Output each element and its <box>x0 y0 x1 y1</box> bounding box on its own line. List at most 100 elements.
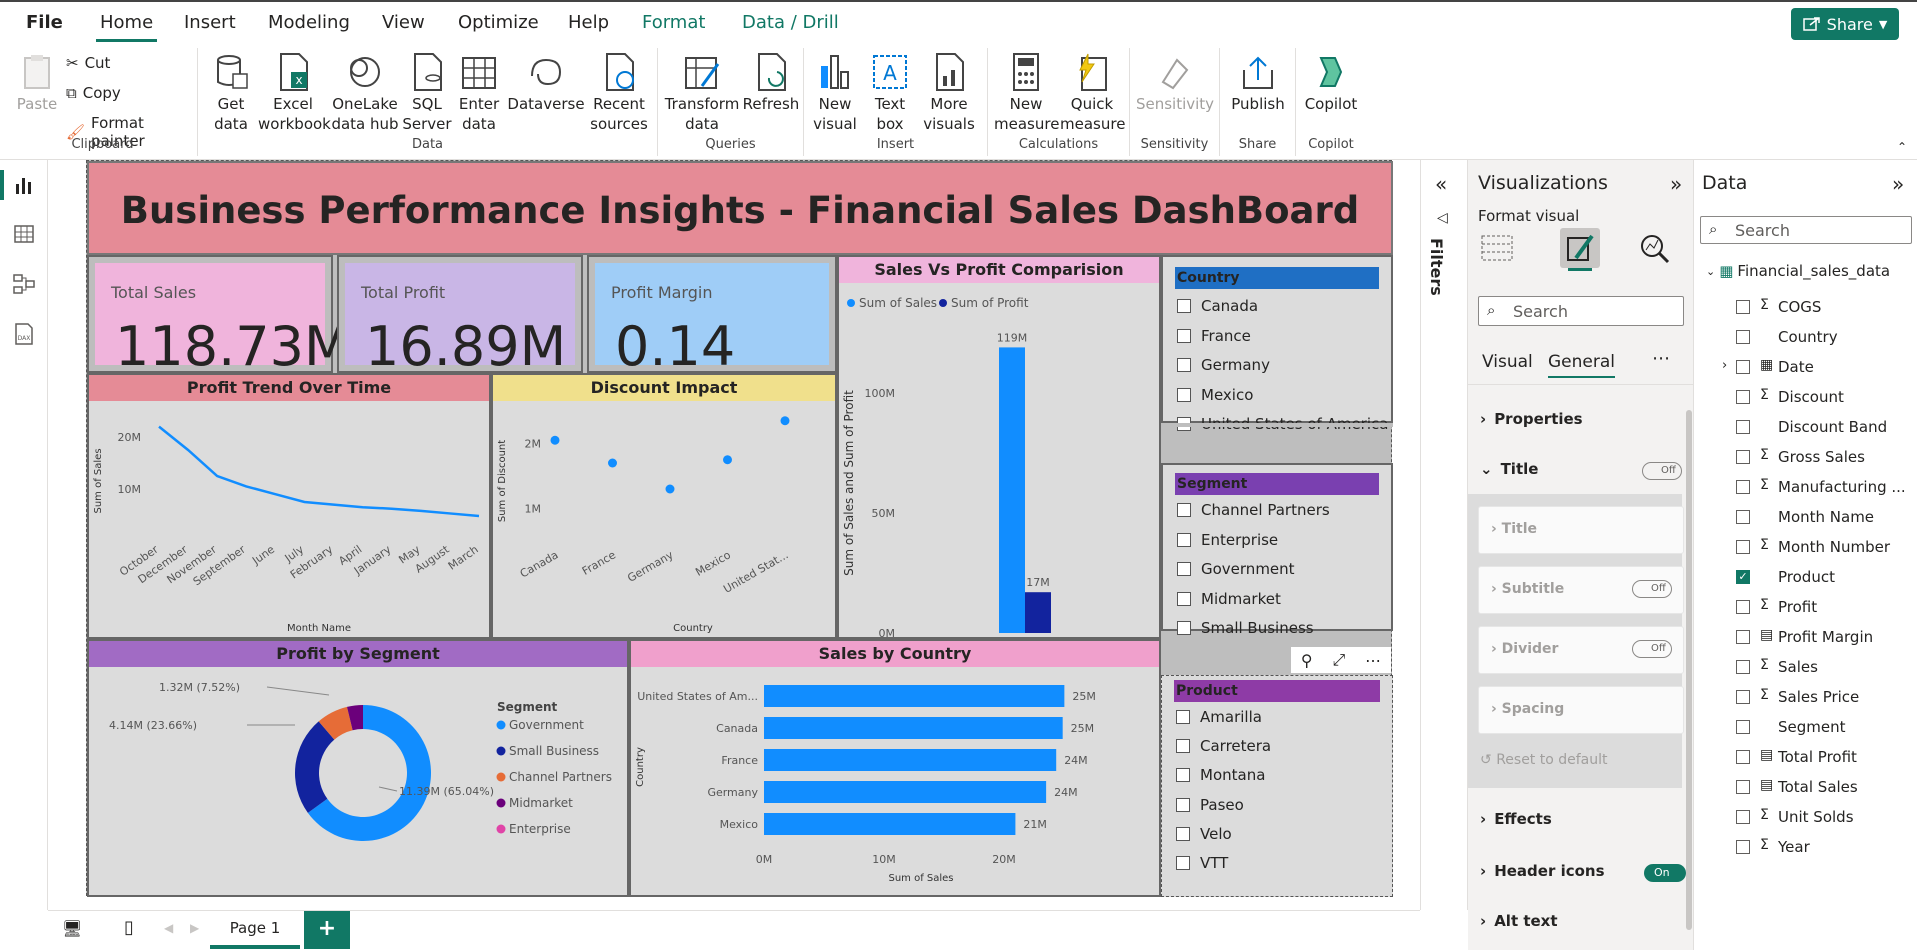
slicer-option-mexico[interactable]: Mexico <box>1177 386 1253 404</box>
kpi-profit-margin-card[interactable]: Profit Margin 0.14 <box>587 255 837 378</box>
desktop-layout-icon[interactable]: 🖥 <box>62 919 82 938</box>
field-checkbox[interactable] <box>1736 750 1750 764</box>
field-item-manufacturing-[interactable]: Σ Manufacturing ... <box>1694 474 1917 502</box>
field-item-total-profit[interactable]: ▤ Total Profit <box>1694 744 1917 772</box>
alt-text-section[interactable]: › Alt text <box>1480 912 1558 930</box>
publish-button[interactable]: Publish <box>1226 52 1290 114</box>
analytics-icon[interactable] <box>1638 232 1672 266</box>
slicer-option-paseo[interactable]: Paseo <box>1176 796 1244 814</box>
checkbox[interactable] <box>1177 592 1191 606</box>
profit-trend-chart[interactable]: Profit Trend Over Time 20M 10M Sum of Sale… <box>87 373 491 639</box>
more-options-icon[interactable]: ⋯ <box>1365 651 1381 670</box>
field-item-unit-solds[interactable]: Σ Unit Solds <box>1694 804 1917 832</box>
sales-vs-profit-chart[interactable]: Sales Vs Profit Comparision Sum of Sales… <box>837 255 1161 639</box>
slicer-option-amarilla[interactable]: Amarilla <box>1176 708 1262 726</box>
tab-home[interactable]: Home <box>96 10 158 42</box>
collapse-data-icon[interactable]: » <box>1892 172 1904 196</box>
field-checkbox[interactable] <box>1736 780 1750 794</box>
more-visuals-button[interactable]: More visuals <box>916 52 982 134</box>
checkbox[interactable] <box>1177 503 1191 517</box>
title-banner[interactable]: Business Performance Insights - Financia… <box>87 161 1393 255</box>
tab-format[interactable]: Format <box>638 10 709 35</box>
table-view-icon[interactable] <box>12 222 36 246</box>
divider-toggle[interactable]: Off <box>1632 640 1672 658</box>
tab-visual[interactable]: Visual <box>1482 352 1533 372</box>
slicer-option-montana[interactable]: Montana <box>1176 766 1265 784</box>
checkbox[interactable] <box>1177 562 1191 576</box>
field-checkbox[interactable] <box>1736 450 1750 464</box>
field-item-product[interactable]: ✓ Product <box>1694 564 1917 592</box>
more-options-icon[interactable]: ⋯ <box>1652 348 1670 369</box>
table-financial-sales-data[interactable]: ⌄ ▦ Financial_sales_data <box>1706 262 1890 280</box>
field-item-month-number[interactable]: Σ Month Number <box>1694 534 1917 562</box>
chevron-right-icon[interactable]: ▶ <box>190 921 199 935</box>
field-checkbox[interactable]: ✓ <box>1736 570 1750 584</box>
slicer-option-carretera[interactable]: Carretera <box>1176 737 1271 755</box>
field-checkbox[interactable] <box>1736 840 1750 854</box>
field-item-date[interactable]: › ▦ Date <box>1694 354 1917 382</box>
field-checkbox[interactable] <box>1736 660 1750 674</box>
field-checkbox[interactable] <box>1736 720 1750 734</box>
recent-sources-button[interactable]: Recent sources <box>586 52 652 134</box>
quick-measure-button[interactable]: Quick measure <box>1060 52 1125 134</box>
share-button[interactable]: Share ▼ <box>1791 8 1899 40</box>
field-checkbox[interactable] <box>1736 810 1750 824</box>
title-toggle[interactable]: Off <box>1642 462 1682 480</box>
field-item-gross-sales[interactable]: Σ Gross Sales <box>1694 444 1917 472</box>
field-item-month-name[interactable]: Month Name <box>1694 504 1917 532</box>
new-measure-button[interactable]: New measure <box>994 52 1059 134</box>
profit-by-segment-chart[interactable]: Profit by Segment 11.39M (65.04%) 4.14M (… <box>87 639 629 897</box>
slicer-option-channel-partners[interactable]: Channel Partners <box>1177 501 1330 519</box>
field-item-segment[interactable]: Segment <box>1694 714 1917 742</box>
tab-insert[interactable]: Insert <box>180 10 240 35</box>
checkbox[interactable] <box>1176 856 1190 870</box>
viz-search-input[interactable]: ⌕ Search <box>1478 296 1684 326</box>
kpi-total-profit-card[interactable]: Total Profit 16.89M <box>337 255 583 378</box>
scrollbar[interactable] <box>1686 410 1692 930</box>
field-item-profit-margin[interactable]: ▤ Profit Margin <box>1694 624 1917 652</box>
checkbox[interactable] <box>1177 388 1191 402</box>
checkbox[interactable] <box>1176 710 1190 724</box>
header-icons-section[interactable]: › Header icons <box>1480 862 1605 880</box>
checkbox[interactable] <box>1177 621 1191 635</box>
field-checkbox[interactable] <box>1736 360 1750 374</box>
model-view-icon[interactable] <box>12 272 36 296</box>
field-item-sales-price[interactable]: Σ Sales Price <box>1694 684 1917 712</box>
title-section[interactable]: ⌄ Title <box>1480 460 1538 478</box>
slicer-option-government[interactable]: Government <box>1177 560 1295 578</box>
field-checkbox[interactable] <box>1736 600 1750 614</box>
checkbox[interactable] <box>1177 533 1191 547</box>
product-slicer[interactable]: Product Amarilla Carretera Montana Paseo… <box>1161 675 1393 897</box>
report-view-icon[interactable] <box>12 174 36 198</box>
slicer-option-germany[interactable]: Germany <box>1177 356 1270 374</box>
copilot-button[interactable]: Copilot <box>1300 52 1362 114</box>
field-item-year[interactable]: Σ Year <box>1694 834 1917 862</box>
field-checkbox[interactable] <box>1736 630 1750 644</box>
field-checkbox[interactable] <box>1736 510 1750 524</box>
focus-mode-icon[interactable]: ⤢ <box>1332 650 1345 670</box>
field-item-discount-band[interactable]: Discount Band <box>1694 414 1917 442</box>
tab-general[interactable]: General <box>1548 352 1615 378</box>
field-item-profit[interactable]: Σ Profit <box>1694 594 1917 622</box>
slicer-option-small-business[interactable]: Small Business <box>1177 619 1314 637</box>
slicer-option-midmarket[interactable]: Midmarket <box>1177 590 1281 608</box>
field-item-cogs[interactable]: Σ COGS <box>1694 294 1917 322</box>
onelake-button[interactable]: OneLake data hub <box>330 52 400 134</box>
slicer-option-velo[interactable]: Velo <box>1176 825 1232 843</box>
expand-filters-icon[interactable]: « <box>1435 172 1447 196</box>
filters-pane[interactable]: « ◁ Filters <box>1420 160 1468 910</box>
dax-query-view-icon[interactable]: DAX <box>12 322 36 346</box>
field-checkbox[interactable] <box>1736 330 1750 344</box>
excel-workbook-button[interactable]: x Excel workbook <box>258 52 331 134</box>
slicer-option-canada[interactable]: Canada <box>1177 297 1258 315</box>
effects-section[interactable]: › Effects <box>1480 810 1552 828</box>
field-item-discount[interactable]: Σ Discount <box>1694 384 1917 412</box>
text-box-button[interactable]: A Text box <box>866 52 914 134</box>
field-checkbox[interactable] <box>1736 690 1750 704</box>
checkbox[interactable] <box>1177 329 1191 343</box>
refresh-button[interactable]: Refresh <box>742 52 800 114</box>
field-item-country[interactable]: Country <box>1694 324 1917 352</box>
subtitle-toggle[interactable]: Off <box>1632 580 1672 598</box>
field-checkbox[interactable] <box>1736 300 1750 314</box>
checkbox[interactable] <box>1176 739 1190 753</box>
